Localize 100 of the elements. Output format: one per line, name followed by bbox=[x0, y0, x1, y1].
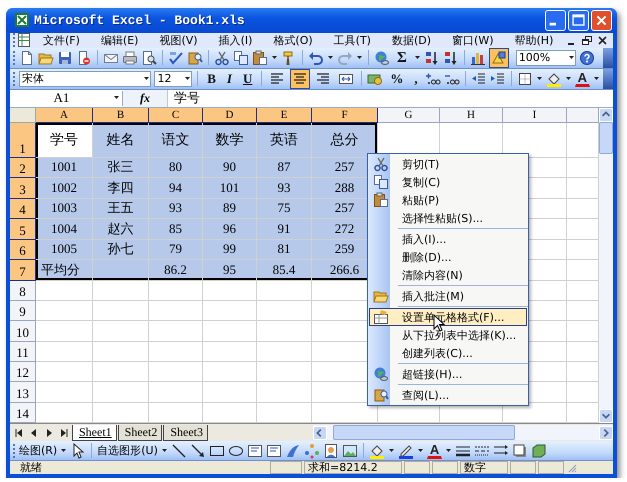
spreadsheet-cell[interactable] bbox=[203, 321, 257, 342]
spreadsheet-cell[interactable] bbox=[567, 178, 599, 199]
spreadsheet-cell[interactable]: 1003 bbox=[36, 198, 93, 220]
spreadsheet-cell[interactable] bbox=[567, 301, 599, 322]
spreadsheet-cell[interactable] bbox=[36, 301, 93, 322]
menu-item[interactable]: 数据(D) bbox=[380, 32, 442, 48]
row-header[interactable]: 11 bbox=[10, 342, 36, 362]
spreadsheet-cell[interactable] bbox=[93, 382, 149, 403]
spreadsheet-cell[interactable] bbox=[93, 260, 149, 281]
spreadsheet-cell[interactable] bbox=[149, 362, 203, 382]
zoom-box[interactable]: 100% bbox=[516, 50, 576, 66]
row-header[interactable]: 8 bbox=[10, 280, 36, 302]
spreadsheet-cell[interactable] bbox=[149, 301, 203, 322]
spreadsheet-cell[interactable]: 86.2 bbox=[149, 260, 203, 281]
spreadsheet-cell[interactable] bbox=[567, 198, 599, 220]
spreadsheet-cell[interactable]: 姓名 bbox=[93, 122, 149, 158]
spreadsheet-cell[interactable]: 李四 bbox=[93, 178, 149, 199]
spreadsheet-cell[interactable] bbox=[36, 382, 93, 403]
fill-color-icon[interactable] bbox=[546, 70, 562, 87]
menu-item[interactable]: 视图(V) bbox=[148, 32, 208, 48]
spreadsheet-cell[interactable]: 1005 bbox=[36, 240, 93, 260]
spreadsheet-cell[interactable] bbox=[149, 402, 203, 424]
next-sheet-icon[interactable] bbox=[44, 426, 54, 439]
spreadsheet-cell[interactable]: 79 bbox=[149, 240, 203, 260]
menu-item[interactable]: 帮助(H) bbox=[504, 32, 564, 48]
first-sheet-icon[interactable] bbox=[14, 426, 24, 439]
spreadsheet-cell[interactable]: 平均分 bbox=[36, 260, 93, 281]
row-header[interactable]: 10 bbox=[10, 321, 36, 342]
spreadsheet-cell[interactable]: 87 bbox=[257, 158, 312, 178]
scroll-thumb[interactable] bbox=[333, 425, 515, 440]
spreadsheet-cell[interactable] bbox=[36, 280, 93, 302]
spreadsheet-cell[interactable] bbox=[567, 260, 599, 281]
scroll-thumb[interactable] bbox=[599, 122, 613, 154]
undo-icon[interactable] bbox=[308, 50, 324, 66]
draw-menu[interactable]: 绘图(R) bbox=[19, 443, 58, 458]
scroll-right-icon[interactable] bbox=[599, 426, 613, 440]
line-color-icon[interactable] bbox=[398, 442, 414, 459]
spreadsheet-cell[interactable] bbox=[203, 382, 257, 403]
percent-button[interactable]: % bbox=[386, 70, 408, 88]
spreadsheet-cell[interactable]: 85 bbox=[149, 219, 203, 240]
close-icon[interactable] bbox=[597, 34, 609, 46]
column-header[interactable]: G bbox=[378, 108, 440, 123]
spreadsheet-cell[interactable]: 英语 bbox=[257, 122, 312, 158]
column-header[interactable]: D bbox=[203, 108, 257, 123]
research-icon[interactable] bbox=[187, 50, 203, 66]
horizontal-scrollbar[interactable] bbox=[313, 425, 613, 440]
column-header[interactable]: E bbox=[257, 108, 312, 123]
spreadsheet-cell[interactable] bbox=[93, 342, 149, 362]
cut-icon[interactable] bbox=[214, 50, 230, 66]
spreadsheet-cell[interactable]: 80 bbox=[149, 158, 203, 178]
scroll-up-icon[interactable] bbox=[599, 108, 613, 122]
spreadsheet-cell[interactable]: 93 bbox=[149, 198, 203, 220]
underline-button[interactable]: U bbox=[238, 70, 256, 88]
insert-function-button[interactable]: fx bbox=[123, 90, 168, 107]
spreadsheet-cell[interactable] bbox=[567, 362, 599, 382]
spreadsheet-cell[interactable] bbox=[36, 342, 93, 362]
restore-icon[interactable] bbox=[581, 34, 593, 46]
spreadsheet-cell[interactable] bbox=[93, 280, 149, 302]
spreadsheet-cell[interactable] bbox=[36, 402, 93, 424]
spreadsheet-cell[interactable] bbox=[36, 321, 93, 342]
column-header[interactable]: C bbox=[149, 108, 203, 123]
column-header[interactable]: A bbox=[36, 108, 93, 123]
maximize-button[interactable] bbox=[568, 10, 589, 31]
workbook-icon[interactable] bbox=[16, 32, 32, 48]
row-header[interactable]: 1 bbox=[10, 122, 36, 158]
spreadsheet-cell[interactable]: 学号 bbox=[36, 122, 93, 158]
increase-decimal-icon[interactable] bbox=[424, 70, 441, 87]
spreadsheet-cell[interactable]: 99 bbox=[203, 240, 257, 260]
menu-item[interactable]: 编辑(E) bbox=[90, 32, 148, 48]
row-header[interactable]: 12 bbox=[10, 362, 36, 382]
menu-item[interactable]: 插入批注(M) bbox=[369, 287, 527, 305]
new-document-icon[interactable] bbox=[19, 50, 35, 66]
last-sheet-icon[interactable] bbox=[59, 426, 69, 439]
spreadsheet-cell[interactable]: 91 bbox=[257, 219, 312, 240]
spreadsheet-cell[interactable] bbox=[257, 280, 312, 302]
spreadsheet-cell[interactable] bbox=[567, 280, 599, 302]
spreadsheet-cell[interactable]: 101 bbox=[203, 178, 257, 199]
font-size-box[interactable]: 12 bbox=[154, 70, 192, 87]
row-header[interactable]: 7 bbox=[10, 260, 36, 281]
text-box-icon[interactable] bbox=[246, 442, 263, 459]
wordart-icon[interactable] bbox=[284, 442, 301, 459]
spreadsheet-cell[interactable] bbox=[203, 280, 257, 302]
spreadsheet-cell[interactable] bbox=[257, 321, 312, 342]
spreadsheet-cell[interactable]: 96 bbox=[203, 219, 257, 240]
diagram-icon[interactable] bbox=[304, 442, 320, 459]
sheet-tab[interactable]: Sheet2 bbox=[118, 424, 162, 441]
spreadsheet-cell[interactable] bbox=[567, 240, 599, 260]
row-header[interactable]: 14 bbox=[10, 402, 36, 424]
spreadsheet-cell[interactable] bbox=[567, 219, 599, 240]
spreadsheet-cell[interactable]: 95 bbox=[203, 260, 257, 281]
sort-ascending-icon[interactable] bbox=[424, 50, 440, 66]
menu-item[interactable]: 查阅(L)... bbox=[369, 386, 527, 404]
spreadsheet-cell[interactable] bbox=[567, 382, 599, 403]
font-color-button[interactable]: A bbox=[426, 442, 442, 460]
minimize-button[interactable] bbox=[545, 10, 566, 31]
bold-button[interactable]: B bbox=[203, 70, 220, 88]
spreadsheet-cell[interactable]: 81 bbox=[257, 240, 312, 260]
scroll-left-icon[interactable] bbox=[313, 426, 327, 440]
row-header[interactable]: 3 bbox=[10, 178, 36, 199]
image-icon[interactable] bbox=[342, 442, 358, 459]
